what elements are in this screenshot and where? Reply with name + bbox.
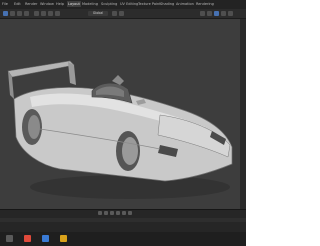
rear-wheel-rim	[28, 115, 40, 139]
jump-start-icon[interactable]	[98, 211, 102, 215]
app-icon-yellow[interactable]	[60, 235, 67, 242]
tab-layout[interactable]: Layout	[67, 1, 81, 7]
play-reverse-icon[interactable]	[110, 211, 114, 215]
start-icon[interactable]	[6, 235, 13, 242]
play-icon[interactable]	[116, 211, 120, 215]
menu-window[interactable]: Window	[40, 1, 54, 7]
tab-rendering[interactable]: Rendering	[196, 1, 214, 7]
timeline-ruler[interactable]	[0, 218, 246, 222]
menu-render[interactable]: Render	[25, 1, 37, 7]
tab-modeling[interactable]: Modeling	[82, 1, 98, 7]
material-shading-icon[interactable]	[221, 11, 226, 16]
rear-wing	[7, 60, 75, 78]
prev-keyframe-icon[interactable]	[104, 211, 108, 215]
box-select-icon[interactable]	[10, 11, 15, 16]
overlay-icon[interactable]	[200, 11, 205, 16]
menu-help[interactable]: Help	[56, 1, 64, 7]
solid-shading-icon[interactable]	[214, 11, 219, 16]
tab-shading[interactable]: Shading	[160, 1, 174, 7]
front-wheel-rim	[122, 137, 138, 165]
render-shading-icon[interactable]	[228, 11, 233, 16]
proportional-edit-icon[interactable]	[119, 11, 124, 16]
menu-bar: File Edit Render Window Help Layout Mode…	[0, 0, 246, 9]
select-menu-icon[interactable]	[41, 11, 46, 16]
next-keyframe-icon[interactable]	[122, 211, 126, 215]
transform-orientation-dropdown[interactable]: Global	[88, 11, 108, 16]
tab-sculpting[interactable]: Sculpting	[101, 1, 117, 7]
circle-select-icon[interactable]	[17, 11, 22, 16]
taskbar	[0, 232, 246, 246]
app-window: File Edit Render Window Help Layout Mode…	[0, 0, 246, 246]
jump-end-icon[interactable]	[128, 211, 132, 215]
menu-file[interactable]: File	[2, 1, 8, 7]
tab-animation[interactable]: Animation	[176, 1, 194, 7]
add-menu-icon[interactable]	[48, 11, 53, 16]
view-menu-icon[interactable]	[34, 11, 39, 16]
select-tool-icon[interactable]	[3, 11, 8, 16]
tab-uv-editing[interactable]: UV Editing	[120, 1, 138, 7]
xray-icon[interactable]	[207, 11, 212, 16]
app-icon-red[interactable]	[24, 235, 31, 242]
snap-icon[interactable]	[112, 11, 117, 16]
object-menu-icon[interactable]	[55, 11, 60, 16]
menu-edit[interactable]: Edit	[14, 1, 21, 7]
app-icon-blue[interactable]	[42, 235, 49, 242]
rear-wing-endplate-right	[68, 62, 76, 85]
race-car-model[interactable]	[0, 19, 240, 209]
viewport-side-panel[interactable]	[240, 19, 246, 209]
car-shadow	[30, 175, 230, 199]
lasso-select-icon[interactable]	[24, 11, 29, 16]
tab-texture-paint[interactable]: Texture Paint	[138, 1, 161, 7]
